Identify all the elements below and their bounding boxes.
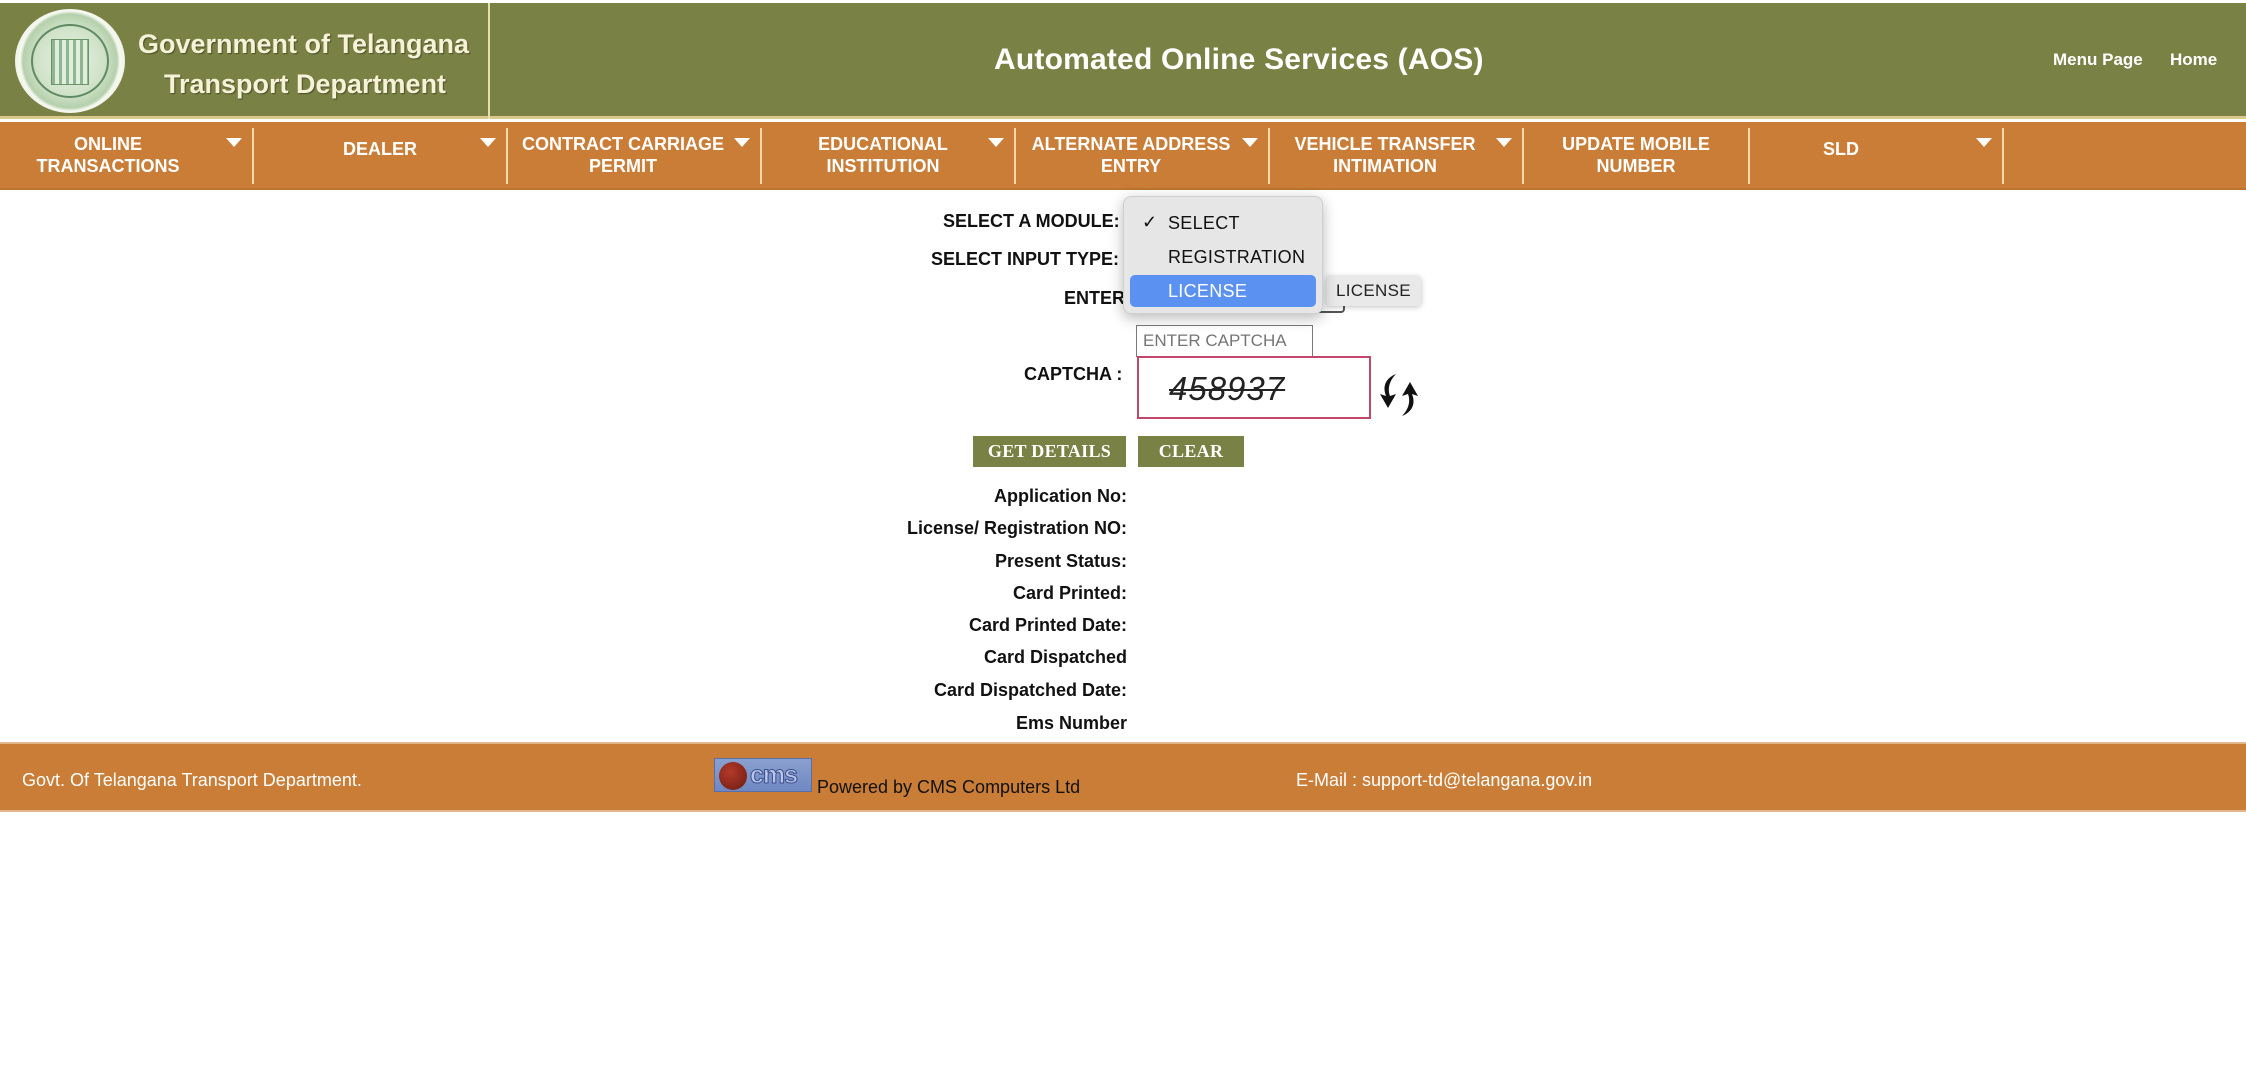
card-printed-date-label: Card Printed Date: — [968, 615, 1127, 635]
input-type-select[interactable]: LICENSE — [1326, 276, 1421, 306]
nav-label: CONTRACT CARRIAGE PERMIT — [522, 134, 724, 176]
dropdown-caret-icon — [226, 138, 242, 147]
clear-button[interactable]: CLEAR — [1138, 436, 1244, 467]
nav-label: ONLINE TRANSACTIONS — [36, 134, 180, 176]
card-dispatched-date-label: Card Dispatched Date: — [933, 680, 1127, 700]
cms-logo-mark — [719, 762, 747, 790]
nav-label: EDUCATIONAL INSTITUTION — [818, 134, 948, 176]
seal-tower — [51, 39, 89, 85]
nav-dealer[interactable]: DEALER — [254, 128, 508, 184]
captcha-label: CAPTCHA : — [1024, 364, 1123, 384]
telangana-seal-logo — [15, 9, 125, 113]
nav-vehicle-transfer-intimation[interactable]: VEHICLE TRANSFER INTIMATION — [1270, 128, 1524, 184]
dropdown-caret-icon — [734, 138, 750, 147]
cms-logo-text: cms — [749, 761, 798, 790]
dropdown-caret-icon — [1242, 138, 1258, 147]
nav-label: ALTERNATE ADDRESS ENTRY — [1031, 134, 1231, 176]
select-module-label: SELECT A MODULE: — [943, 211, 1120, 231]
dropdown-option-select[interactable]: ✓ SELECT — [1130, 207, 1316, 239]
dropdown-caret-icon — [1496, 138, 1512, 147]
checkmark-icon: ✓ — [1142, 212, 1158, 232]
option-label: LICENSE — [1168, 281, 1248, 301]
menu-page-link[interactable]: Menu Page — [2053, 50, 2143, 70]
support-email: E-Mail : support-td@telangana.gov.in — [1296, 770, 1593, 790]
nav-label: VEHICLE TRANSFER INTIMATION — [1294, 134, 1476, 176]
powered-by-text: Powered by CMS Computers Ltd — [817, 777, 1081, 797]
license-registration-no-label: License/ Registration NO: — [906, 518, 1127, 538]
nav-contract-carriage-permit[interactable]: CONTRACT CARRIAGE PERMIT — [508, 128, 762, 184]
cms-logo: cms — [714, 758, 812, 792]
nav-label: SLD — [1823, 139, 1859, 159]
option-label: SELECT — [1168, 213, 1240, 233]
get-details-button[interactable]: GET DETAILS — [973, 436, 1126, 467]
nav-alternate-address-entry[interactable]: ALTERNATE ADDRESS ENTRY — [1016, 128, 1270, 184]
site-footer: Govt. Of Telangana Transport Department.… — [0, 742, 2246, 812]
nav-update-mobile-number[interactable]: UPDATE MOBILE NUMBER — [1524, 128, 1750, 184]
brand-block: Government of Telangana Transport Depart… — [0, 3, 490, 119]
dropdown-caret-icon — [480, 138, 496, 147]
enter-label: ENTER — [1064, 288, 1126, 308]
dropdown-caret-icon — [1976, 138, 1992, 147]
card-dispatched-label: Card Dispatched — [983, 647, 1127, 667]
refresh-captcha-icon[interactable] — [1374, 370, 1424, 420]
captcha-input[interactable] — [1136, 325, 1313, 357]
nav-educational-institution[interactable]: EDUCATIONAL INSTITUTION — [762, 128, 1016, 184]
ems-number-label: Ems Number — [1015, 713, 1127, 733]
captcha-image: 458937 — [1137, 356, 1371, 419]
nav-sld[interactable]: SLD — [1750, 128, 2004, 184]
dropdown-caret-icon — [988, 138, 1004, 147]
nav-label: DEALER — [342, 139, 417, 159]
dropdown-option-license[interactable]: LICENSE — [1130, 275, 1316, 307]
home-link[interactable]: Home — [2170, 50, 2217, 70]
app-title: Automated Online Services (AOS) — [994, 43, 1484, 76]
application-no-label: Application No: — [994, 486, 1127, 506]
footer-org-text: Govt. Of Telangana Transport Department. — [22, 770, 362, 790]
site-header: Government of Telangana Transport Depart… — [0, 3, 2246, 119]
department-name: Transport Department — [164, 69, 447, 99]
org-name: Government of Telangana — [138, 29, 470, 59]
module-dropdown-menu[interactable]: ✓ SELECT REGISTRATION LICENSE — [1123, 196, 1323, 314]
select-input-type-label: SELECT INPUT TYPE: — [931, 249, 1120, 269]
captcha-code: 458937 — [1169, 370, 1286, 407]
nav-online-transactions[interactable]: ONLINE TRANSACTIONS — [0, 128, 254, 184]
present-status-label: Present Status: — [994, 551, 1127, 571]
nav-label: UPDATE MOBILE NUMBER — [1562, 134, 1710, 176]
card-printed-label: Card Printed: — [1012, 583, 1127, 603]
main-nav: ONLINE TRANSACTIONS DEALER CONTRACT CARR… — [0, 122, 2246, 190]
option-label: REGISTRATION — [1168, 247, 1306, 267]
dropdown-option-registration[interactable]: REGISTRATION — [1130, 241, 1316, 273]
